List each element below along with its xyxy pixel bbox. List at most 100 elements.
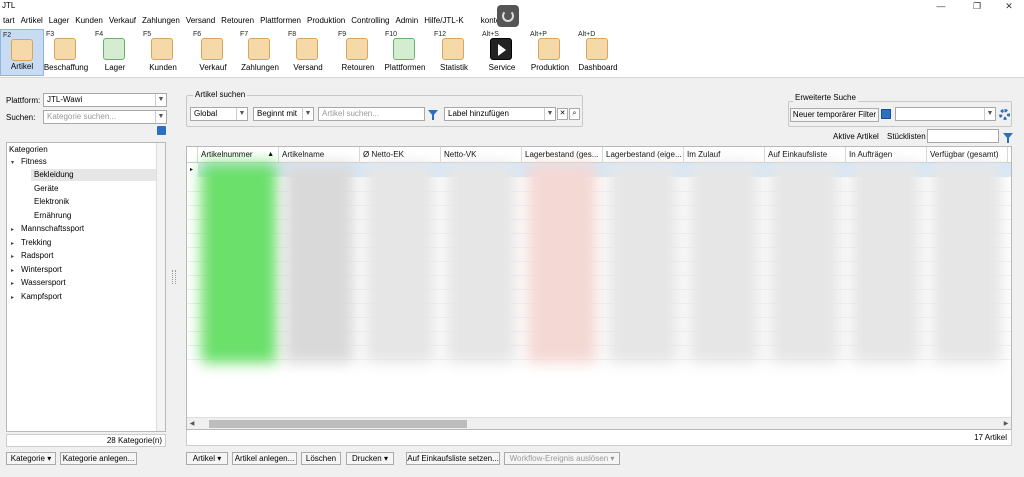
category-tree[interactable]: Kategorien ▾ Fitness Bekleidung Geräte E… (6, 142, 166, 432)
ribbon-produktion-button[interactable]: Alt+P Produktion (528, 29, 572, 76)
tree-item-mannschaftssport[interactable]: Mannschaftssport (21, 224, 84, 233)
expand-icon[interactable]: ▸ (11, 267, 14, 274)
ribbon-service-button[interactable]: Alt+S Service (480, 29, 524, 76)
category-search-input[interactable]: Kategorie suchen... ▼ (43, 110, 167, 124)
workflow-button[interactable]: Workflow-Ereignis auslösen (504, 452, 620, 465)
maximize-button[interactable]: ❐ (962, 0, 992, 12)
blurred-column-artikelname (284, 163, 354, 363)
filter-icon[interactable] (428, 110, 438, 120)
scope-select[interactable]: Global ▼ (190, 107, 248, 121)
col-header-lagerbestand-gesamt[interactable]: Lagerbestand (ges... (522, 147, 603, 163)
scroll-right-icon[interactable]: ▶ (1001, 418, 1011, 429)
menu-zahlungen[interactable]: Zahlungen (139, 13, 183, 28)
ribbon-zahlungen-button[interactable]: F7 Zahlungen (238, 29, 282, 76)
lock-icon[interactable] (157, 126, 166, 135)
tree-item-wintersport[interactable]: Wintersport (21, 265, 62, 274)
expand-icon[interactable]: ▸ (11, 280, 14, 287)
chevron-down-icon: ▼ (544, 108, 555, 120)
grid-filter-input[interactable] (927, 129, 999, 143)
menu-plattformen[interactable]: Plattformen (257, 13, 304, 28)
chevron-down-icon: ▼ (984, 108, 995, 120)
col-header-im-zulauf[interactable]: Im Zulauf (684, 147, 765, 163)
tree-item-bekleidung[interactable]: Bekleidung (34, 170, 74, 179)
ribbon-retouren-button[interactable]: F9 Retouren (336, 29, 380, 76)
search-icon[interactable]: ⌕ (569, 108, 580, 120)
filter-select[interactable]: ▼ (895, 107, 996, 121)
ribbon-dashboard-button[interactable]: Alt+D Dashboard (576, 29, 620, 76)
tree-scrollbar[interactable] (156, 143, 165, 431)
menu-artikel[interactable]: Artikel (18, 13, 46, 28)
ribbon-kunden-button[interactable]: F5 Kunden (141, 29, 185, 76)
artikel-menu-button[interactable]: Artikel (186, 452, 228, 465)
minimize-button[interactable]: — (926, 0, 956, 12)
menu-admin[interactable]: Admin (393, 13, 422, 28)
expand-icon[interactable]: ▸ (11, 240, 14, 247)
new-temp-filter-button[interactable]: Neuer temporärer Filter (790, 108, 879, 122)
col-header-in-auftraegen[interactable]: In Aufträgen (846, 147, 927, 163)
menu-kunden[interactable]: Kunden (72, 13, 106, 28)
tree-item-elektronik[interactable]: Elektronik (34, 197, 69, 206)
menu-lager[interactable]: Lager (46, 13, 72, 28)
grid-filter-icon[interactable] (1003, 133, 1013, 143)
match-mode-select[interactable]: Beginnt mit ▼ (253, 107, 314, 121)
kategorie-anlegen-button[interactable]: Kategorie anlegen... (60, 452, 137, 465)
tree-item-geraete[interactable]: Geräte (34, 184, 58, 193)
truck-icon (54, 38, 76, 60)
tab-stuecklisten[interactable]: Stücklisten (887, 132, 926, 141)
col-header-netto-ek[interactable]: Ø Netto-EK (360, 147, 441, 163)
drucken-button[interactable]: Drucken (346, 452, 394, 465)
expand-icon[interactable]: ▸ (11, 226, 14, 233)
label-select[interactable]: Label hinzufügen ▼ (444, 107, 556, 121)
collapse-icon[interactable]: ▾ (11, 159, 14, 166)
col-header-lagerbestand-eigen[interactable]: Lagerbestand (eige... (603, 147, 684, 163)
col-header-more[interactable]: L (1008, 147, 1011, 163)
grid-horizontal-scrollbar[interactable]: ◀ ▶ (187, 417, 1011, 429)
menu-retouren[interactable]: Retouren (218, 13, 257, 28)
scroll-left-icon[interactable]: ◀ (187, 418, 197, 429)
service-icon (490, 38, 512, 60)
tree-item-fitness[interactable]: Fitness (21, 157, 47, 166)
tab-aktive-artikel[interactable]: Aktive Artikel (833, 132, 879, 141)
menu-controlling[interactable]: Controlling (348, 13, 392, 28)
menu-verkauf[interactable]: Verkauf (106, 13, 139, 28)
tree-item-trekking[interactable]: Trekking (21, 238, 51, 247)
save-icon[interactable] (881, 109, 891, 119)
shortcut-label: F2 (3, 32, 12, 39)
ribbon-plattformen-button[interactable]: F10 Plattformen (383, 29, 427, 76)
tree-item-radsport[interactable]: Radsport (21, 251, 53, 260)
platform-icon (393, 38, 415, 60)
col-header-artikelname[interactable]: Artikelname (279, 147, 360, 163)
scrollbar-thumb[interactable] (209, 420, 467, 428)
einkaufsliste-button[interactable]: Auf Einkaufsliste setzen... (406, 452, 500, 465)
artikel-anlegen-button[interactable]: Artikel anlegen... (232, 452, 297, 465)
gear-icon[interactable] (999, 109, 1010, 120)
menu-versand[interactable]: Versand (183, 13, 218, 28)
loeschen-button[interactable]: Löschen (301, 452, 341, 465)
col-header-verfuegbar[interactable]: Verfügbar (gesamt) (927, 147, 1008, 163)
article-search-input[interactable]: Artikel suchen... (318, 107, 425, 121)
ribbon-verkauf-button[interactable]: F6 Verkauf (191, 29, 235, 76)
menu-hilfe[interactable]: Hilfe/JTL-K (421, 13, 478, 28)
close-button[interactable]: ✕ (994, 0, 1024, 12)
ribbon-lager-button[interactable]: F4 Lager (93, 29, 137, 76)
expand-icon[interactable]: ▸ (11, 294, 14, 301)
ribbon-beschaffung-button[interactable]: F3 Beschaffung (44, 29, 88, 76)
col-header-auf-einkaufsliste[interactable]: Auf Einkaufsliste (765, 147, 846, 163)
tree-item-ernaehrung[interactable]: Ernährung (34, 211, 71, 220)
clear-label-button[interactable]: ✕ (557, 108, 568, 120)
menu-produktion[interactable]: Produktion (304, 13, 348, 28)
tree-item-kampfsport[interactable]: Kampfsport (21, 292, 62, 301)
expand-icon[interactable]: ▸ (11, 253, 14, 260)
chevron-down-icon: ▼ (155, 94, 166, 106)
tree-item-wassersport[interactable]: Wassersport (21, 278, 66, 287)
article-grid[interactable]: Artikelnummer ▲ Artikelname Ø Netto-EK Ne… (186, 146, 1012, 430)
ribbon-statistik-button[interactable]: F12 Statistik (432, 29, 476, 76)
label-placeholder: Label hinzufügen (448, 109, 509, 118)
col-header-netto-vk[interactable]: Netto-VK (441, 147, 522, 163)
platform-select[interactable]: JTL-Wawi ▼ (43, 93, 167, 107)
kategorie-button[interactable]: Kategorie (6, 452, 56, 465)
col-header-artikelnummer[interactable]: Artikelnummer ▲ (198, 147, 279, 163)
menu-start[interactable]: tart (0, 13, 18, 28)
panel-splitter[interactable] (172, 270, 176, 284)
ribbon-versand-button[interactable]: F8 Versand (286, 29, 330, 76)
